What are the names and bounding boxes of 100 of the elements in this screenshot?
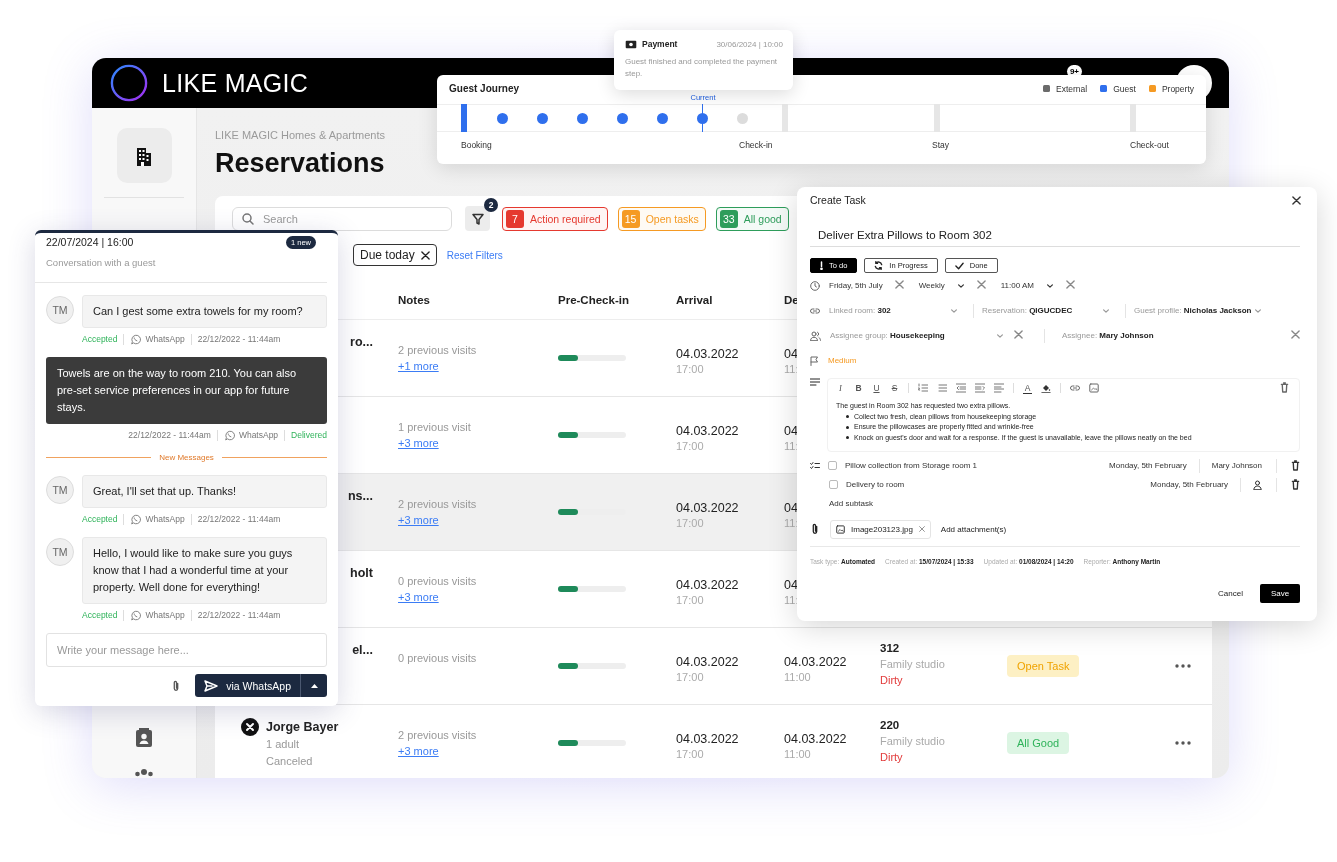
text-color-button[interactable]: A: [1023, 382, 1032, 394]
stage-label: Check-out: [1130, 140, 1169, 150]
departure-date: 04: [784, 500, 798, 516]
tooltip-text: Guest finished and completed the payment step.: [625, 56, 779, 80]
save-button[interactable]: Save: [1260, 584, 1300, 603]
sidebar-item[interactable]: [116, 128, 172, 183]
step-dot[interactable]: [737, 112, 748, 124]
arrival-time: 17:00: [676, 516, 704, 530]
step-dot[interactable]: [537, 112, 548, 124]
message-bubble: Can I gest some extra towels for my room?: [82, 295, 327, 328]
more-link[interactable]: +3 more: [398, 743, 439, 759]
contact-card-icon[interactable]: [135, 728, 153, 748]
step-dot[interactable]: [617, 112, 628, 124]
format-button[interactable]: I: [836, 382, 845, 394]
paperclip-icon[interactable]: [810, 523, 820, 535]
more-icon[interactable]: [1175, 664, 1191, 668]
attachment-chip[interactable]: Image203123.jpg: [830, 519, 931, 539]
message-bubble: Hello, I would like to make sure you guys know that I had a wonderful time at your property. Well done for everything!: [82, 537, 327, 604]
check-icon: [954, 261, 964, 270]
stage-label: Booking: [461, 140, 493, 150]
room-number: 220: [880, 718, 901, 733]
subtask-date: Monday, 5th February: [1150, 480, 1228, 489]
arrival-date: 04.03.2022: [676, 423, 739, 439]
dropdown-field[interactable]: Guest profile: Nicholas Jackson: [1134, 306, 1269, 315]
chevron-down-icon[interactable]: [1045, 281, 1054, 290]
column-header: Pre-Check-in: [558, 293, 630, 306]
arrival-date: 04.03.2022: [676, 346, 739, 362]
filter-chip[interactable]: Due today: [353, 244, 437, 266]
task-name-field[interactable]: Deliver Extra Pillows to Room 302: [810, 226, 1300, 247]
dropdown-field[interactable]: Linked room: 302: [829, 306, 965, 315]
chevron-down-icon[interactable]: [956, 281, 965, 290]
message-time: 22/12/2022 - 11:44am: [128, 430, 211, 440]
step-dot[interactable]: [657, 112, 668, 124]
time-value[interactable]: 11:00 AM: [1000, 281, 1034, 290]
text-editor[interactable]: [827, 378, 1300, 452]
subtask-assignee: Mary Johnson: [1211, 461, 1262, 470]
reset-filters-link[interactable]: Reset Filters: [446, 249, 503, 261]
trash-icon[interactable]: [1291, 460, 1300, 471]
arrival-date: 04.03.2022: [676, 731, 739, 747]
dialog-title: Create Task: [810, 194, 866, 206]
date-value[interactable]: Friday, 5th July: [829, 281, 883, 290]
step-dot[interactable]: [577, 112, 588, 124]
more-link[interactable]: +3 more: [398, 435, 439, 451]
filter-button[interactable]: [465, 206, 490, 231]
numbered-list-icon[interactable]: [918, 383, 928, 393]
trash-icon[interactable]: [1291, 479, 1300, 490]
x-circle-icon: [241, 718, 259, 736]
trash-icon[interactable]: [1280, 381, 1289, 393]
person-icon[interactable]: [1253, 479, 1262, 490]
breadcrumb: LIKE MAGIC Homes & Apartments: [215, 128, 386, 142]
repeat-value[interactable]: Weekly: [918, 281, 945, 290]
column-header: Notes: [398, 293, 431, 306]
arrival-time: 17:00: [676, 362, 704, 376]
cash-icon: [625, 39, 637, 49]
step-dot[interactable]: [497, 112, 508, 124]
format-button[interactable]: B: [854, 382, 863, 394]
guest-name: Jorge Bayer: [266, 719, 339, 736]
cancel-button[interactable]: Cancel: [1218, 589, 1243, 598]
more-link[interactable]: +3 more: [398, 589, 439, 605]
stage-label: Check-in: [739, 140, 774, 150]
more-icon[interactable]: [1175, 741, 1191, 745]
filter-chip[interactable]: 7 Action required: [502, 206, 608, 231]
tooltip-time: 30/06/2024 | 10:00: [716, 39, 783, 49]
channel-label: WhatsApp: [145, 514, 185, 524]
format-button[interactable]: S: [890, 382, 899, 394]
room-type: Family studio: [880, 734, 946, 749]
arrival-time: 17:00: [676, 593, 704, 607]
link-icon[interactable]: [810, 305, 820, 316]
close-icon[interactable]: [1292, 195, 1301, 205]
more-link[interactable]: +3 more: [398, 512, 439, 528]
arrival-time: 17:00: [676, 439, 704, 453]
clock-icon: [810, 280, 820, 291]
fill-color-icon[interactable]: [1041, 383, 1051, 393]
message-input[interactable]: Write your message here...: [46, 633, 327, 667]
visit-note: 2 previous visits: [398, 497, 478, 512]
start-marker: [461, 104, 467, 132]
more-link[interactable]: +1 more: [398, 358, 439, 374]
subtask-title: Pillow collection from Storage room 1: [845, 461, 979, 470]
new-messages-divider: New Messages: [159, 452, 214, 462]
count-badge: 7: [506, 209, 524, 228]
add-attachment-button[interactable]: Add attachment(s): [940, 524, 1007, 534]
add-subtask-button[interactable]: Add subtask: [810, 494, 1300, 513]
delivery-status: Delivered: [291, 430, 327, 440]
people-icon: [810, 330, 821, 341]
count-badge: 15: [621, 209, 640, 228]
image-icon[interactable]: [1089, 383, 1099, 393]
dropdown-field[interactable]: Reservation: QIGUCDEC: [982, 306, 1117, 315]
image-icon: [836, 524, 845, 534]
exclamation-icon: [820, 261, 823, 270]
checkbox[interactable]: [829, 480, 838, 489]
link-icon[interactable]: [1070, 383, 1080, 393]
format-button[interactable]: U: [872, 382, 881, 394]
checkbox[interactable]: [828, 461, 837, 470]
search-field[interactable]: Search: [232, 206, 452, 231]
whatsapp-icon: [223, 429, 235, 441]
outdent-icon[interactable]: [956, 383, 966, 393]
room-type: Family studio: [880, 657, 946, 672]
channel-label: WhatsApp: [238, 430, 279, 440]
avatar: TM: [46, 476, 74, 504]
send-button[interactable]: via WhatsApp: [195, 674, 301, 697]
